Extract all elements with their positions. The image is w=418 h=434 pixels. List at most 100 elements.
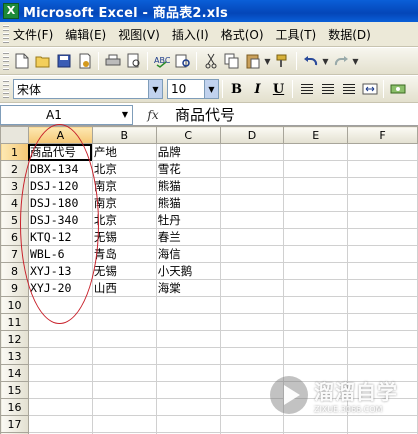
cell[interactable] <box>219 296 285 314</box>
print-preview-icon[interactable] <box>124 52 143 71</box>
cell[interactable]: 海信 <box>155 245 221 263</box>
paste-icon[interactable] <box>243 52 262 71</box>
cell[interactable] <box>27 313 93 331</box>
cell[interactable]: 产地 <box>91 143 157 161</box>
cell[interactable] <box>219 262 285 280</box>
cell[interactable] <box>283 262 349 280</box>
cell[interactable]: 春兰 <box>155 228 221 246</box>
cell[interactable]: 品牌 <box>155 143 221 161</box>
cell[interactable] <box>219 194 285 212</box>
row-header[interactable]: 2 <box>0 160 29 178</box>
cell[interactable]: 牡丹 <box>155 211 221 229</box>
row-header[interactable]: 16 <box>0 398 29 416</box>
cell[interactable] <box>283 347 349 365</box>
cell[interactable] <box>283 296 349 314</box>
cell[interactable] <box>347 160 418 178</box>
cut-icon[interactable] <box>201 52 220 71</box>
cell[interactable]: DSJ-340 <box>27 211 93 229</box>
cell[interactable] <box>219 330 285 348</box>
row-header[interactable]: 3 <box>0 177 29 195</box>
name-box[interactable]: A1 ▼ <box>0 104 133 125</box>
insert-function-icon[interactable]: fx <box>133 108 173 122</box>
spelling-icon[interactable]: ABC <box>152 52 171 71</box>
open-icon[interactable] <box>33 52 52 71</box>
row-header[interactable]: 4 <box>0 194 29 212</box>
toolbar-grip-handle[interactable] <box>3 52 9 70</box>
cell[interactable] <box>91 296 157 314</box>
undo-dropdown-icon[interactable]: ▼ <box>321 57 330 66</box>
menu-format[interactable]: 格式(O) <box>215 26 270 43</box>
cell[interactable] <box>91 364 157 382</box>
cell[interactable]: DSJ-180 <box>27 194 93 212</box>
row-header[interactable]: 15 <box>0 381 29 399</box>
cell[interactable] <box>27 415 93 433</box>
cell[interactable] <box>91 381 157 399</box>
cell[interactable] <box>219 160 285 178</box>
cell[interactable] <box>283 313 349 331</box>
cell[interactable]: DSJ-120 <box>27 177 93 195</box>
cell[interactable] <box>27 364 93 382</box>
cell[interactable] <box>155 313 221 331</box>
cell[interactable] <box>283 211 349 229</box>
cell[interactable] <box>27 398 93 416</box>
cell[interactable] <box>347 194 418 212</box>
print-icon[interactable] <box>103 52 122 71</box>
row-header[interactable]: 11 <box>0 313 29 331</box>
cell[interactable] <box>347 296 418 314</box>
align-center-icon[interactable] <box>318 80 337 99</box>
cell[interactable] <box>219 211 285 229</box>
menu-insert[interactable]: 插入(I) <box>166 26 215 43</box>
cell[interactable] <box>219 347 285 365</box>
cell[interactable]: 北京 <box>91 160 157 178</box>
row-header[interactable]: 14 <box>0 364 29 382</box>
row-header[interactable]: 13 <box>0 347 29 365</box>
cell[interactable]: 南京 <box>91 194 157 212</box>
cell[interactable] <box>219 177 285 195</box>
font-size-combo[interactable]: 10 ▼ <box>167 79 219 99</box>
formula-input[interactable]: 商品代号 <box>173 104 235 125</box>
cell[interactable]: 山西 <box>91 279 157 297</box>
column-header-c[interactable]: C <box>155 126 221 144</box>
row-header[interactable]: 9 <box>0 279 29 297</box>
cell[interactable] <box>27 296 93 314</box>
cell[interactable] <box>283 194 349 212</box>
cell[interactable] <box>155 364 221 382</box>
menu-tools[interactable]: 工具(T) <box>270 26 323 43</box>
cell[interactable]: 熊猫 <box>155 177 221 195</box>
row-header[interactable]: 7 <box>0 245 29 263</box>
cell[interactable] <box>347 177 418 195</box>
chevron-down-icon[interactable]: ▼ <box>118 110 132 119</box>
cell[interactable] <box>347 245 418 263</box>
cell[interactable]: DBX-134 <box>27 160 93 178</box>
menu-data[interactable]: 数据(D) <box>322 26 377 43</box>
cell[interactable] <box>283 228 349 246</box>
column-header-d[interactable]: D <box>219 126 285 144</box>
cell[interactable] <box>155 398 221 416</box>
italic-button[interactable]: I <box>248 80 267 99</box>
cell[interactable] <box>219 228 285 246</box>
currency-style-icon[interactable] <box>388 80 407 99</box>
cell[interactable]: 无锡 <box>91 262 157 280</box>
permission-icon[interactable] <box>75 52 94 71</box>
cell[interactable] <box>219 143 285 161</box>
cell[interactable]: XYJ-20 <box>27 279 93 297</box>
cell[interactable] <box>347 262 418 280</box>
column-header-f[interactable]: F <box>347 126 418 144</box>
chevron-down-icon[interactable]: ▼ <box>148 80 162 98</box>
cell[interactable] <box>347 347 418 365</box>
format-painter-icon[interactable] <box>273 52 292 71</box>
cell[interactable] <box>155 347 221 365</box>
menu-grip-handle[interactable] <box>3 25 9 43</box>
cell[interactable] <box>219 245 285 263</box>
cell[interactable] <box>283 245 349 263</box>
cell[interactable] <box>91 347 157 365</box>
column-header-e[interactable]: E <box>283 126 349 144</box>
row-header[interactable]: 12 <box>0 330 29 348</box>
redo-icon[interactable] <box>331 52 350 71</box>
select-all-corner[interactable] <box>0 126 29 144</box>
cell[interactable] <box>91 330 157 348</box>
cell[interactable]: 北京 <box>91 211 157 229</box>
cell[interactable]: KTQ-12 <box>27 228 93 246</box>
cell[interactable] <box>91 398 157 416</box>
row-header[interactable]: 17 <box>0 415 29 433</box>
